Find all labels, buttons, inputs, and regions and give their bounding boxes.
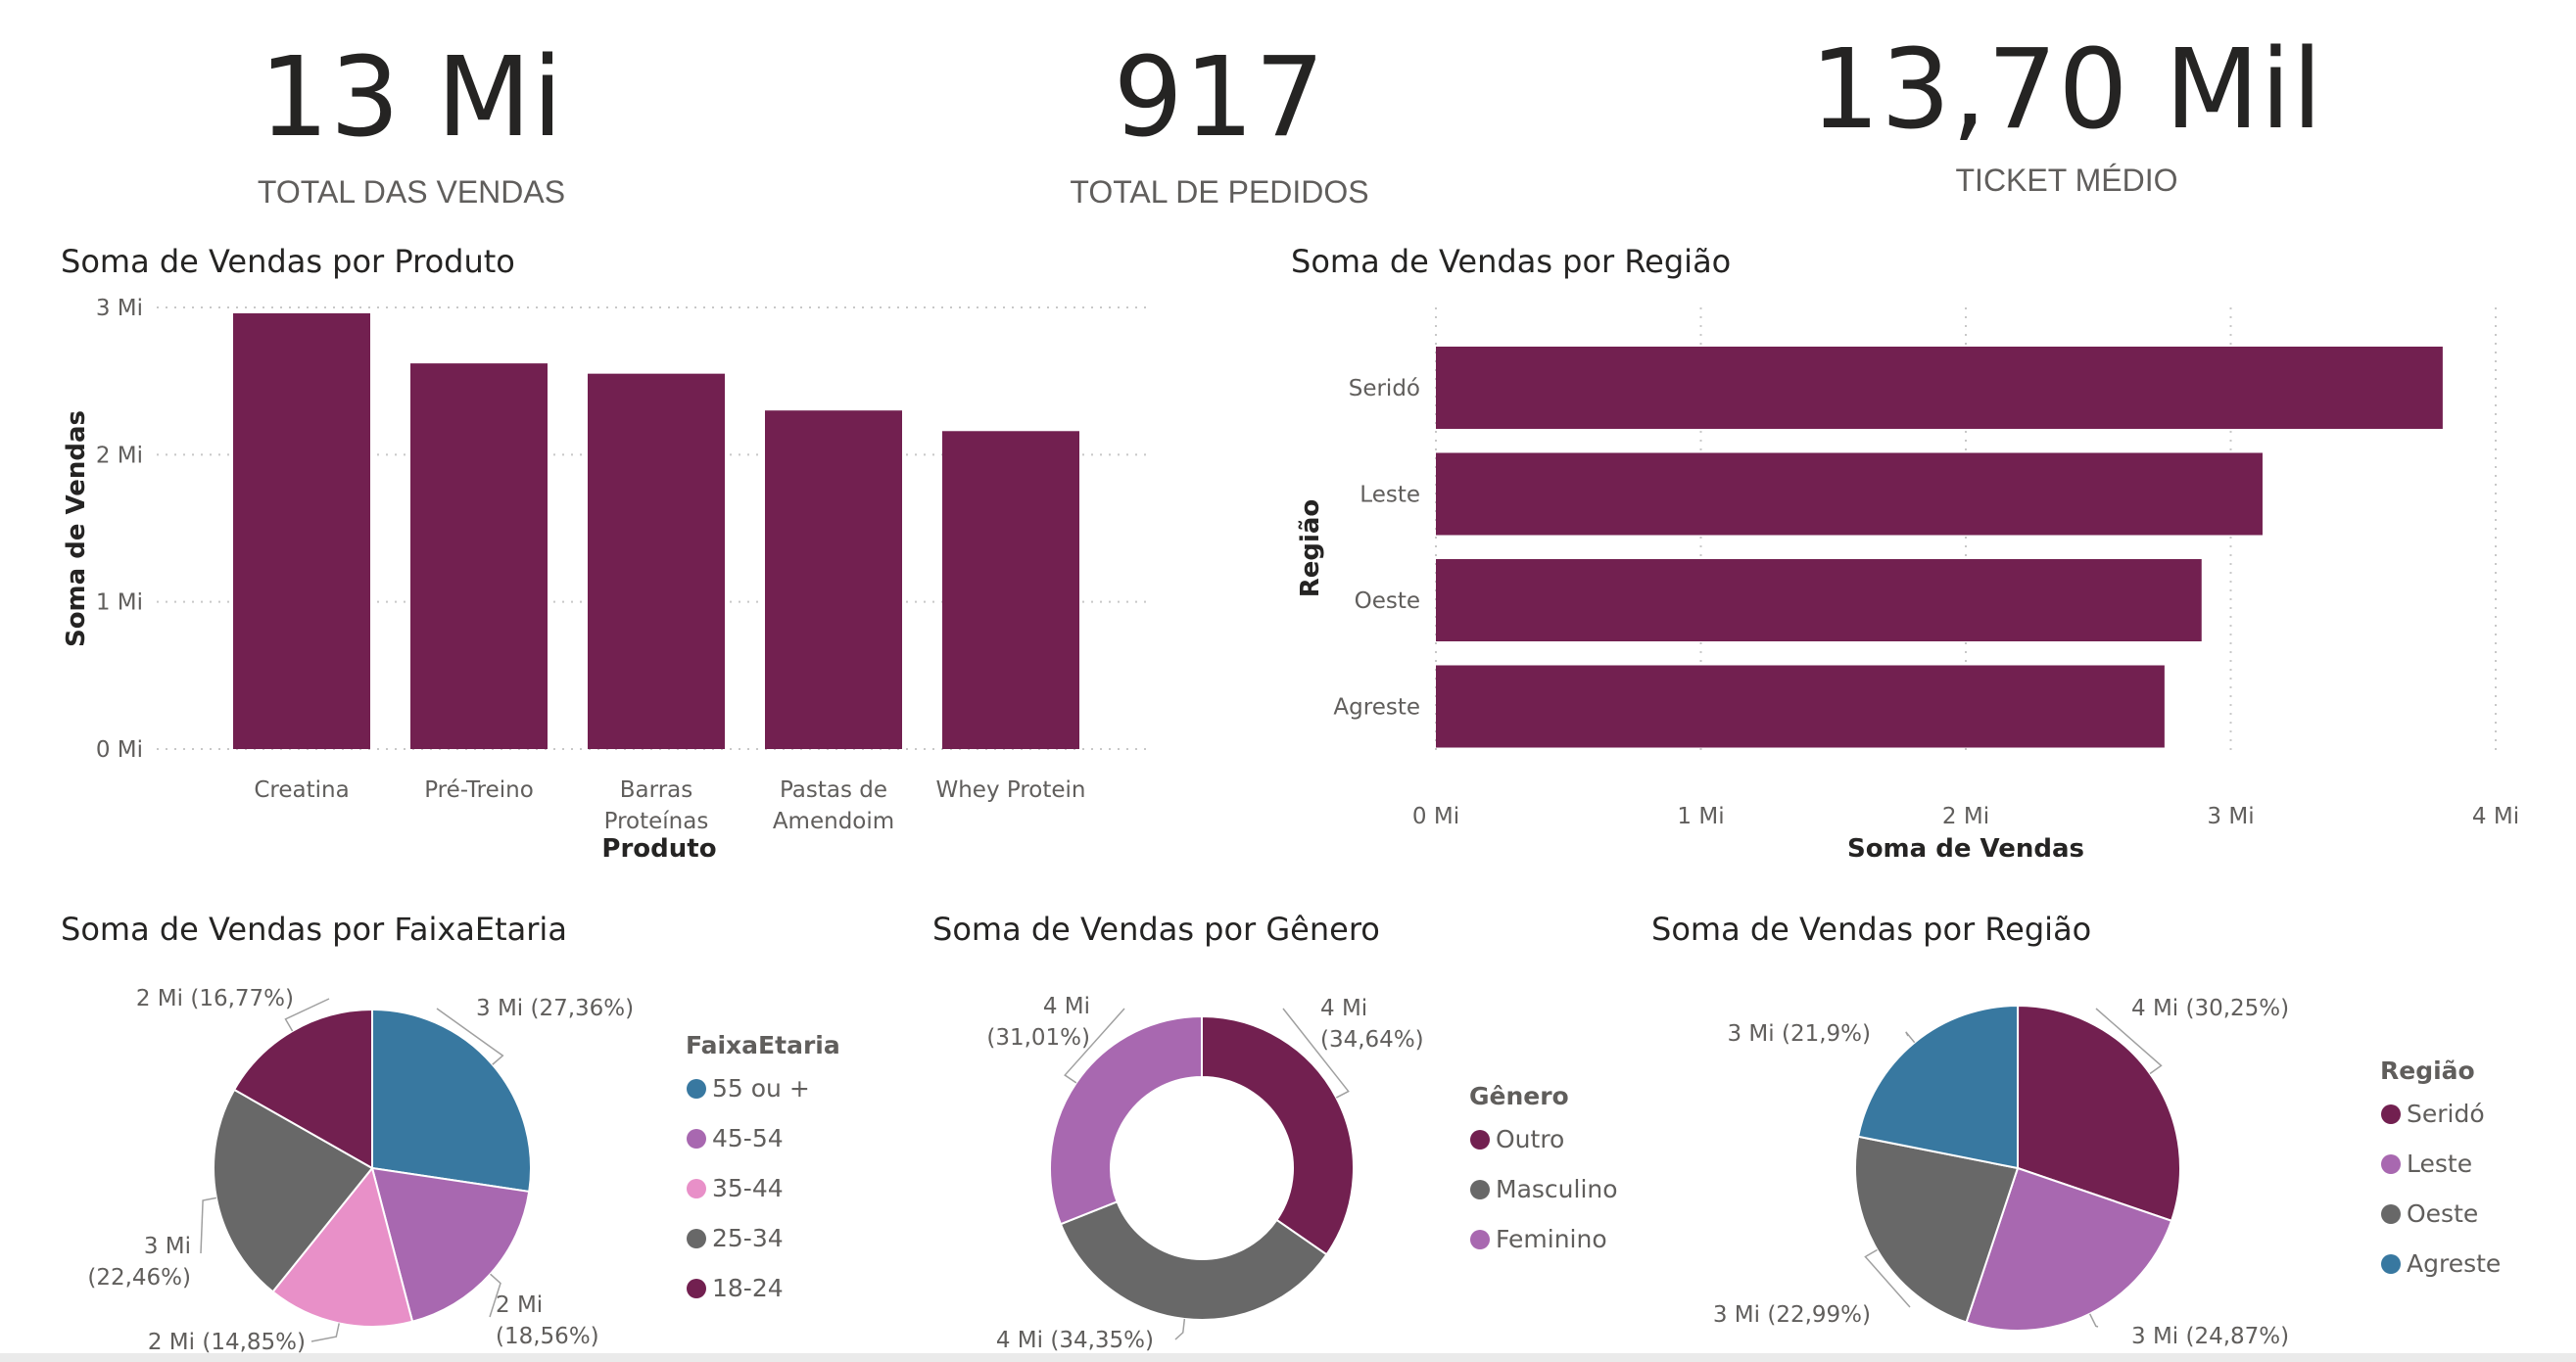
- y-tick-label: 2 Mi: [96, 443, 143, 468]
- legend-title: Gênero: [1469, 1082, 1569, 1110]
- legend-marker: [687, 1079, 706, 1099]
- bar: [410, 363, 548, 749]
- legend-item: Masculino: [1496, 1175, 1618, 1203]
- legend-marker: [687, 1179, 706, 1198]
- bar: [1436, 559, 2202, 641]
- data-label: 3 Mi: [144, 1234, 191, 1259]
- pie-slice: [371, 1008, 532, 1194]
- data-label: 2 Mi (16,77%): [136, 986, 294, 1011]
- legend-item: Feminino: [1496, 1225, 1607, 1253]
- legend-title: Região: [2380, 1057, 2475, 1085]
- bar: [1436, 665, 2165, 748]
- x-tick-label: Barras: [620, 777, 692, 803]
- y-axis-title: Soma de Vendas: [62, 410, 91, 647]
- data-label: 4 Mi: [1320, 996, 1367, 1021]
- legend-marker: [687, 1129, 706, 1149]
- x-tick-label: Pré-Treino: [424, 777, 534, 803]
- legend-marker: [2381, 1254, 2401, 1274]
- x-tick-label: 1 Mi: [1677, 804, 1724, 829]
- y-tick-label: 0 Mi: [96, 737, 143, 763]
- x-tick-label: Proteínas: [604, 809, 709, 834]
- data-label: (31,01%): [986, 1025, 1090, 1051]
- x-tick-label: 2 Mi: [1942, 804, 1989, 829]
- y-tick-label: 1 Mi: [96, 590, 143, 616]
- legend-marker: [2381, 1104, 2401, 1124]
- bar: [765, 410, 902, 749]
- legend-title: FaixaEtaria: [686, 1031, 840, 1059]
- x-tick-label: Amendoim: [773, 809, 894, 834]
- dashboard-charts: 0 Mi 1 Mi 2 Mi 3 Mi Creatina Pré-Treino Barras…: [62, 296, 2519, 1355]
- y-tick-label: Oeste: [1355, 588, 1420, 614]
- y-tick-label: Agreste: [1333, 695, 1420, 721]
- x-tick-label: Creatina: [254, 777, 349, 803]
- bar: [1436, 452, 2263, 536]
- legend-item: 55 ou +: [712, 1074, 810, 1103]
- x-tick-label: 4 Mi: [2472, 804, 2519, 829]
- x-tick-label: 3 Mi: [2207, 804, 2254, 829]
- leader-line: [1905, 1031, 1916, 1044]
- data-label: 4 Mi (30,25%): [2131, 996, 2289, 1021]
- legend-marker: [1470, 1230, 1490, 1249]
- legend-item: Oeste: [2407, 1199, 2478, 1228]
- data-label: (18,56%): [496, 1324, 599, 1349]
- legend-marker: [1470, 1130, 1490, 1150]
- bar: [1436, 347, 2443, 429]
- legend-item: 18-24: [712, 1274, 784, 1302]
- x-tick-label: 0 Mi: [1412, 804, 1459, 829]
- legend-item: Agreste: [2407, 1249, 2501, 1278]
- y-tick-label: 3 Mi: [96, 296, 143, 321]
- data-label: 3 Mi (27,36%): [476, 996, 634, 1021]
- leader-line: [1174, 1318, 1186, 1340]
- bar: [588, 373, 725, 749]
- legend-item: 45-54: [712, 1124, 784, 1152]
- data-label: (34,64%): [1320, 1027, 1424, 1053]
- legend-item: Outro: [1496, 1125, 1564, 1153]
- data-label: 3 Mi (24,87%): [2131, 1324, 2289, 1349]
- x-axis-title: Soma de Vendas: [1847, 834, 2084, 864]
- data-label: 4 Mi: [1043, 994, 1090, 1019]
- bar: [233, 313, 370, 749]
- data-label: 3 Mi (22,99%): [1713, 1302, 1871, 1328]
- x-tick-label: Pastas de: [780, 777, 887, 803]
- legend-item: Seridó: [2407, 1100, 2485, 1128]
- legend-marker: [687, 1229, 706, 1248]
- data-label: 3 Mi (21,9%): [1727, 1021, 1871, 1047]
- y-axis-title: Região: [1296, 499, 1325, 598]
- x-tick-label: Whey Protein: [935, 777, 1085, 803]
- legend-item: 25-34: [712, 1224, 784, 1252]
- y-tick-label: Leste: [1360, 483, 1420, 508]
- bar: [942, 431, 1079, 749]
- y-tick-label: Seridó: [1349, 376, 1420, 401]
- data-label: 4 Mi (34,35%): [996, 1328, 1154, 1353]
- data-label: (22,46%): [87, 1265, 191, 1291]
- bottom-scroll-strip: [0, 1353, 2576, 1362]
- legend-marker: [1470, 1180, 1490, 1199]
- data-label: 2 Mi (14,85%): [148, 1330, 306, 1355]
- leader-line: [2088, 1313, 2099, 1328]
- legend-marker: [687, 1279, 706, 1298]
- x-axis-title: Produto: [601, 834, 716, 864]
- leader-line: [200, 1197, 217, 1254]
- data-label: 2 Mi: [496, 1292, 543, 1318]
- leader-line: [310, 1323, 340, 1342]
- legend-marker: [2381, 1204, 2401, 1224]
- legend-marker: [2381, 1154, 2401, 1174]
- legend-item: Leste: [2407, 1150, 2472, 1178]
- legend-item: 35-44: [712, 1174, 784, 1202]
